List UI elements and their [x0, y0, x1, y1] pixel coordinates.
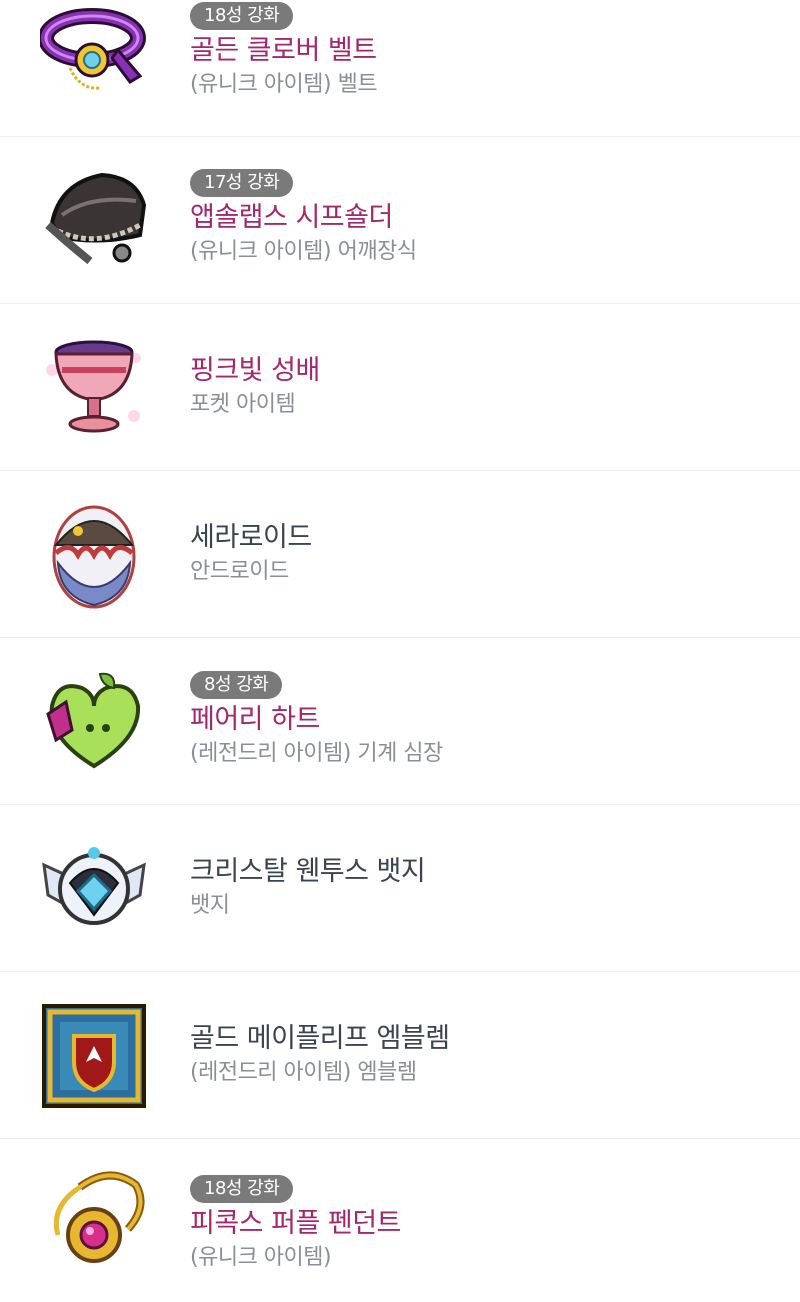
item-text: 세라로이드 안드로이드: [190, 521, 780, 587]
item-text: 18성 강화 피콕스 퍼플 펜던트 (유니크 아이템): [190, 1175, 780, 1273]
item-text: 8성 강화 페어리 하트 (레전드리 아이템) 기계 심장: [190, 671, 780, 769]
item-type: (레전드리 아이템) 기계 심장: [190, 741, 443, 766]
item-type: (유니크 아이템): [190, 1245, 332, 1270]
enhance-badge: 17성 강화: [190, 169, 294, 197]
item-name: 크리스탈 웬투스 뱃지: [190, 856, 426, 887]
shoulder-icon: [40, 165, 148, 273]
item-name: 핑크빛 성배: [190, 355, 320, 386]
enhance-badge: 18성 강화: [190, 2, 294, 30]
item-type: (레전드리 아이템) 엠블렘: [190, 1060, 417, 1085]
item-type: 뱃지: [190, 893, 230, 918]
item-type: 안드로이드: [190, 559, 289, 584]
item-type: (유니크 아이템) 벨트: [190, 72, 378, 97]
item-text: 크리스탈 웬투스 뱃지 뱃지: [190, 855, 780, 921]
item-text: 18성 강화 골든 클로버 벨트 (유니크 아이템) 벨트: [190, 2, 780, 100]
enhance-badge: 8성 강화: [190, 671, 283, 699]
list-item[interactable]: 골드 메이플리프 엠블렘 (레전드리 아이템) 엠블렘: [0, 972, 800, 1139]
item-text: 핑크빛 성배 포켓 아이템: [190, 354, 780, 420]
item-type: 포켓 아이템: [190, 392, 296, 417]
list-item[interactable]: 크리스탈 웬투스 뱃지 뱃지: [0, 805, 800, 972]
goblet-icon: [40, 334, 148, 442]
belt-icon: [40, 0, 148, 106]
emblem-icon: [40, 1002, 148, 1110]
heart-icon: [40, 666, 148, 774]
list-item[interactable]: 세라로이드 안드로이드: [0, 471, 800, 638]
item-name: 세라로이드: [190, 522, 312, 553]
item-text: 17성 강화 앱솔랩스 시프숄더 (유니크 아이템) 어깨장식: [190, 169, 780, 267]
item-name: 페어리 하트: [190, 704, 320, 735]
item-name: 피콕스 퍼플 펜던트: [190, 1208, 401, 1239]
item-name: 골든 클로버 벨트: [190, 35, 377, 66]
pendant-icon: [40, 1167, 148, 1275]
list-item[interactable]: 18성 강화 골든 클로버 벨트 (유니크 아이템) 벨트: [0, 0, 800, 137]
item-text: 골드 메이플리프 엠블렘 (레전드리 아이템) 엠블렘: [190, 1022, 780, 1088]
android-egg-icon: [40, 501, 148, 609]
item-name: 골드 메이플리프 엠블렘: [190, 1023, 450, 1054]
list-item[interactable]: 17성 강화 앱솔랩스 시프숄더 (유니크 아이템) 어깨장식: [0, 137, 800, 304]
list-item[interactable]: 18성 강화 피콕스 퍼플 펜던트 (유니크 아이템): [0, 1139, 800, 1302]
item-name: 앱솔랩스 시프숄더: [190, 202, 393, 233]
enhance-badge: 18성 강화: [190, 1175, 294, 1203]
list-item[interactable]: 핑크빛 성배 포켓 아이템: [0, 304, 800, 471]
badge-icon: [40, 835, 148, 943]
item-type: (유니크 아이템) 어깨장식: [190, 239, 417, 264]
list-item[interactable]: 8성 강화 페어리 하트 (레전드리 아이템) 기계 심장: [0, 638, 800, 805]
equipment-list: 18성 강화 골든 클로버 벨트 (유니크 아이템) 벨트 17성 강화 앱솔랩…: [0, 0, 800, 1302]
